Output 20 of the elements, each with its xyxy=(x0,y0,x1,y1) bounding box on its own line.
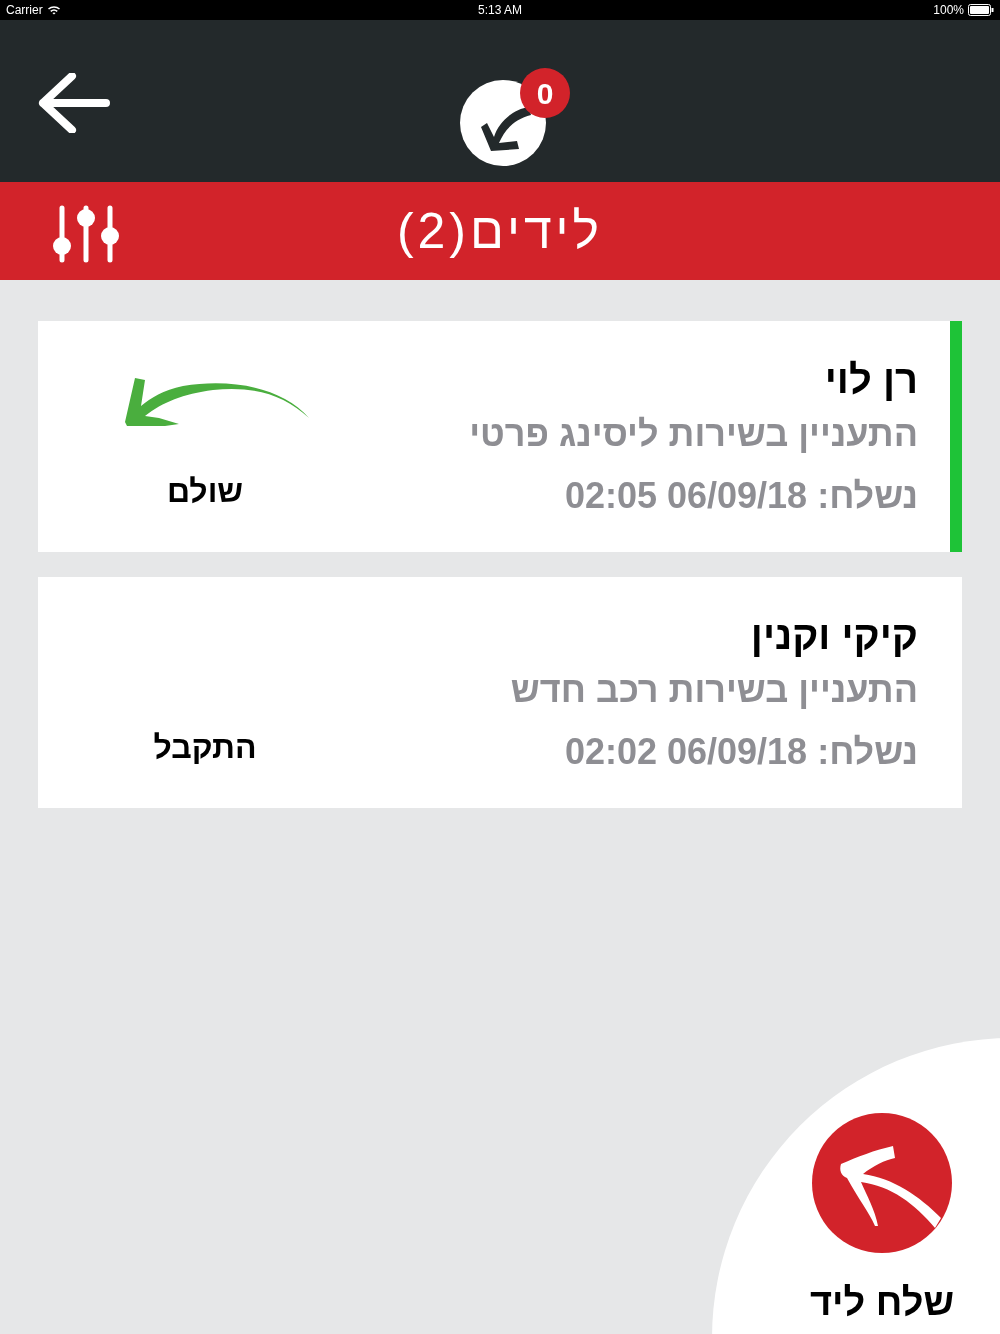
filter-sliders-icon[interactable] xyxy=(52,204,122,264)
send-lead-button[interactable]: שלח ליד xyxy=(790,1112,974,1331)
lead-name: קיקי וקנין xyxy=(750,612,918,659)
page-title: לידים(2) xyxy=(396,201,604,261)
sent-time: נשלח: 06/09/18 02:05 xyxy=(564,474,918,518)
lead-description: התעניין בשירות ליסינג פרטי xyxy=(469,412,918,456)
sent-time: נשלח: 06/09/18 02:02 xyxy=(564,730,918,774)
lead-card[interactable]: שולם רן לוי התעניין בשירות ליסינג פרטי נשלח: 06/09/18 02:05 xyxy=(38,321,962,552)
time-label: 5:13 AM xyxy=(478,2,522,19)
notification-badge: 0 xyxy=(520,68,570,118)
status-label: התקבל xyxy=(153,728,257,767)
carrier-label: Carrier xyxy=(6,2,43,19)
battery-label: 100% xyxy=(933,2,964,19)
wifi-icon xyxy=(46,5,61,15)
lead-card[interactable]: התקבל קיקי וקנין התעניין בשירות רכב חדש נשלח: 06/09/18 02:02 xyxy=(38,577,962,808)
battery-icon xyxy=(968,4,994,16)
lead-name: רן לוי xyxy=(824,356,918,403)
back-arrow-icon[interactable] xyxy=(38,73,110,133)
status-label: שולם xyxy=(166,472,244,511)
lead-description: התעניין בשירות רכב חדש xyxy=(510,668,918,712)
